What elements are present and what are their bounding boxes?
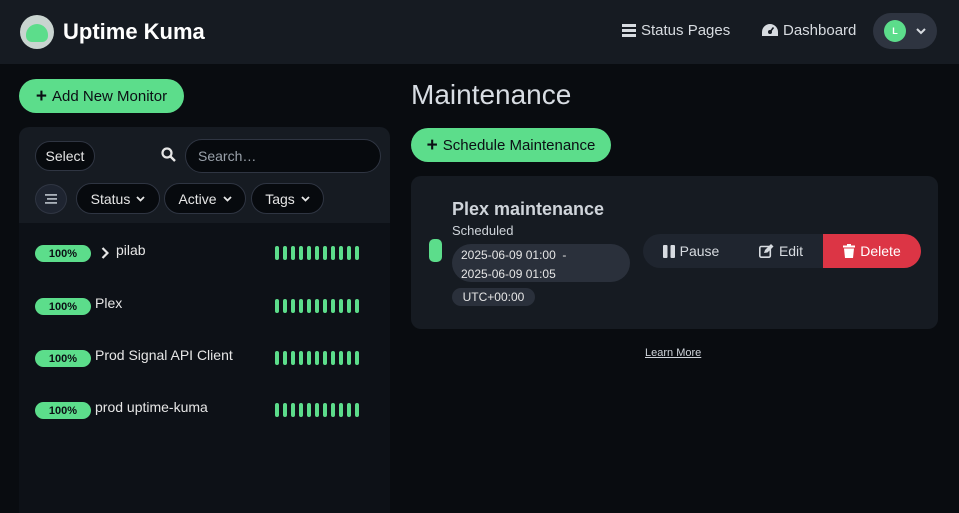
timeslot-start: 2025-06-09 01:00 <box>461 248 556 262</box>
timezone-badge: UTC+00:00 <box>452 288 535 306</box>
tags-filter-label: Tags <box>265 190 295 207</box>
monitor-name: pilab <box>116 242 146 258</box>
page-title: Maintenance <box>411 79 572 110</box>
edit-label: Edit <box>778 243 804 259</box>
chevron-right-icon[interactable] <box>101 247 109 259</box>
profile-dropdown[interactable]: L <box>873 13 937 49</box>
uptime-kuma-logo-icon <box>20 15 54 49</box>
monitor-row-prod-uptime-kuma[interactable]: 100% prod uptime-kuma <box>19 395 390 425</box>
monitor-name: Plex <box>95 295 123 311</box>
delete-label: Delete <box>860 243 901 259</box>
nav-dashboard[interactable]: Dashboard <box>762 22 856 39</box>
pause-button[interactable]: Pause <box>643 234 739 268</box>
monitor-list-panel: Select Status Active Tags 100% <box>19 127 390 513</box>
timeslot-end: 2025-06-09 01:05 <box>461 267 556 281</box>
edit-button[interactable]: Edit <box>739 234 823 268</box>
uptime-badge: 100% <box>35 402 91 419</box>
chevron-down-icon <box>222 195 232 202</box>
uptime-badge: 100% <box>35 298 91 315</box>
nav-status-pages[interactable]: Status Pages <box>622 22 730 39</box>
learn-more-link[interactable]: Learn More <box>645 347 701 359</box>
nav-dashboard-label: Dashboard <box>783 22 857 39</box>
maintenance-timeslot: 2025-06-09 01:00 - 2025-06-09 01:05 <box>452 244 630 282</box>
maintenance-status: Scheduled <box>452 223 514 238</box>
tachometer-icon <box>762 24 778 36</box>
status-filter-dropdown[interactable]: Status <box>76 183 160 214</box>
monitor-name: prod uptime-kuma <box>95 399 208 415</box>
active-filter-label: Active <box>178 190 217 207</box>
delete-button[interactable]: Delete <box>823 234 921 268</box>
schedule-maintenance-button[interactable]: + Schedule Maintenance <box>411 128 611 162</box>
heartbeat-bar <box>275 351 359 365</box>
pause-label: Pause <box>679 243 720 259</box>
search-input[interactable] <box>185 139 381 173</box>
plus-icon: + <box>35 85 48 107</box>
top-navbar: Uptime Kuma Status Pages Dashboard L <box>0 0 959 64</box>
brand-link[interactable]: Uptime Kuma <box>20 15 205 49</box>
tags-filter-dropdown[interactable]: Tags <box>251 183 324 214</box>
add-new-monitor-label: Add New Monitor <box>52 87 168 105</box>
timeslot-separator: - <box>562 248 567 262</box>
search-icon <box>161 147 176 162</box>
edit-icon <box>758 244 774 258</box>
trash-icon <box>843 244 856 258</box>
nav-status-pages-label: Status Pages <box>641 22 731 39</box>
status-filter-label: Status <box>90 190 131 207</box>
chevron-down-icon <box>301 195 310 202</box>
chevron-down-icon <box>916 27 926 34</box>
schedule-maintenance-label: Schedule Maintenance <box>442 136 596 154</box>
heartbeat-bar <box>275 403 359 417</box>
monitor-row-prod-signal-api-client[interactable]: 100% Prod Signal API Client <box>19 343 390 373</box>
filter-menu-button[interactable] <box>35 184 67 214</box>
maintenance-actions: Pause Edit Delete <box>643 234 921 268</box>
list-icon <box>622 24 636 37</box>
monitor-name: Prod Signal API Client <box>95 347 233 363</box>
heartbeat-bar <box>275 246 359 260</box>
chevron-down-icon <box>136 195 145 202</box>
active-filter-dropdown[interactable]: Active <box>164 183 246 214</box>
app-name: Uptime Kuma <box>63 19 205 44</box>
pause-icon <box>662 244 675 258</box>
add-new-monitor-button[interactable]: + Add New Monitor <box>19 79 184 113</box>
heartbeat-bar <box>275 299 359 313</box>
maintenance-title: Plex maintenance <box>452 199 605 219</box>
monitor-row-pilab[interactable]: 100% pilab <box>19 238 390 268</box>
plus-icon: + <box>426 134 438 156</box>
filter-lines-icon <box>45 194 57 204</box>
uptime-badge: 100% <box>35 350 91 367</box>
maintenance-item[interactable]: Plex maintenance Scheduled 2025-06-09 01… <box>411 176 938 329</box>
monitor-list-header: Select Status Active Tags <box>19 127 390 223</box>
status-indicator <box>429 239 442 262</box>
uptime-badge: 100% <box>35 245 91 262</box>
select-button[interactable]: Select <box>35 141 95 171</box>
avatar: L <box>884 20 906 42</box>
monitor-row-plex[interactable]: 100% Plex <box>19 291 390 321</box>
